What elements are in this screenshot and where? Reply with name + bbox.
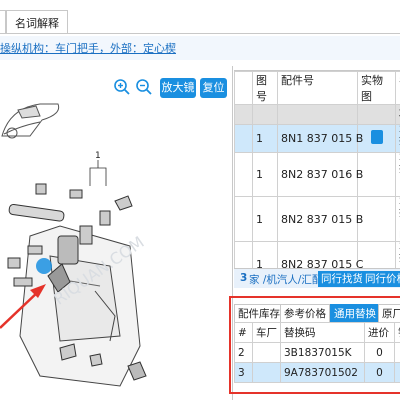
- header-col[interactable]: 名: [395, 71, 400, 105]
- part-number[interactable]: 8N2 837 016 B: [277, 152, 363, 197]
- parts-table: 图号 配件号 实物图 名 车门18N1 837 015 B车门 接触18N2 8…: [234, 71, 400, 287]
- fig-number: 1: [252, 152, 278, 197]
- leader-lines: [89, 160, 107, 186]
- tab-strip-divider: [0, 33, 400, 34]
- fig-number: 1: [252, 196, 278, 242]
- photo-cell: [357, 196, 396, 242]
- header-col[interactable]: 实物图: [357, 71, 396, 105]
- header-col: [234, 71, 253, 105]
- diagram-panel[interactable]: 放大镜 复位 1 RIQUAN.COM: [0, 66, 233, 400]
- parts-table-header: 图号 配件号 实物图 名: [234, 71, 400, 105]
- parts-group-row: 车门: [234, 104, 400, 125]
- part-name: 车门 接触 F: [395, 196, 400, 242]
- photo-icon[interactable]: [370, 130, 383, 144]
- parts-footer: 3 家 /机汽人/汇配 同行找货 同行价格: [234, 268, 400, 288]
- header-col[interactable]: 图号: [252, 71, 278, 105]
- part-name: 车门 接触: [395, 152, 400, 197]
- parts-row[interactable]: 18N1 837 015 B 车门 接触: [234, 124, 400, 153]
- supplier-count: 3: [240, 272, 248, 284]
- parts-row[interactable]: 18N2 837 015 B 车门 接触 F: [234, 196, 400, 242]
- row-select-cell[interactable]: [234, 124, 253, 153]
- group-cell: 车门: [395, 104, 400, 125]
- row-select-cell[interactable]: [234, 152, 253, 197]
- row-select-cell[interactable]: [234, 196, 253, 242]
- parts-table-panel: 图号 配件号 实物图 名 车门18N1 837 015 B车门 接触18N2 8…: [234, 70, 400, 288]
- car-thumbnail: [1, 103, 60, 139]
- photo-cell: [357, 152, 396, 197]
- tab-strip: 名词解释: [0, 0, 400, 34]
- peer-price-button[interactable]: 同行价格: [362, 271, 400, 287]
- breadcrumb-link[interactable]: 操纵机构：车门把手，外部：定心楔: [0, 36, 176, 58]
- group-cell: [277, 104, 358, 125]
- parts-row[interactable]: 18N2 837 016 B 车门 接触: [234, 152, 400, 197]
- fig-number: 1: [252, 124, 278, 153]
- part-number[interactable]: 8N2 837 015 B: [277, 196, 363, 242]
- find-goods-button[interactable]: 同行找货: [318, 271, 366, 287]
- part-name: 车门 接触: [395, 124, 400, 153]
- tab-glossary[interactable]: 名词解释: [6, 10, 68, 34]
- photo-cell: [357, 124, 396, 153]
- exploded-parts-diagram[interactable]: 1 RIQUAN.COM: [0, 86, 233, 400]
- group-cell: [252, 104, 278, 125]
- highlighted-part-marker[interactable]: [36, 258, 52, 274]
- part-number[interactable]: 8N1 837 015 B: [277, 124, 363, 153]
- group-cell: [234, 104, 253, 125]
- group-cell: [357, 104, 396, 125]
- callout-number: 1: [95, 151, 101, 161]
- supplier-list-link[interactable]: 家 /机汽人/汇配: [249, 272, 322, 287]
- annotation-box: [229, 296, 400, 394]
- header-col[interactable]: 配件号: [277, 71, 358, 105]
